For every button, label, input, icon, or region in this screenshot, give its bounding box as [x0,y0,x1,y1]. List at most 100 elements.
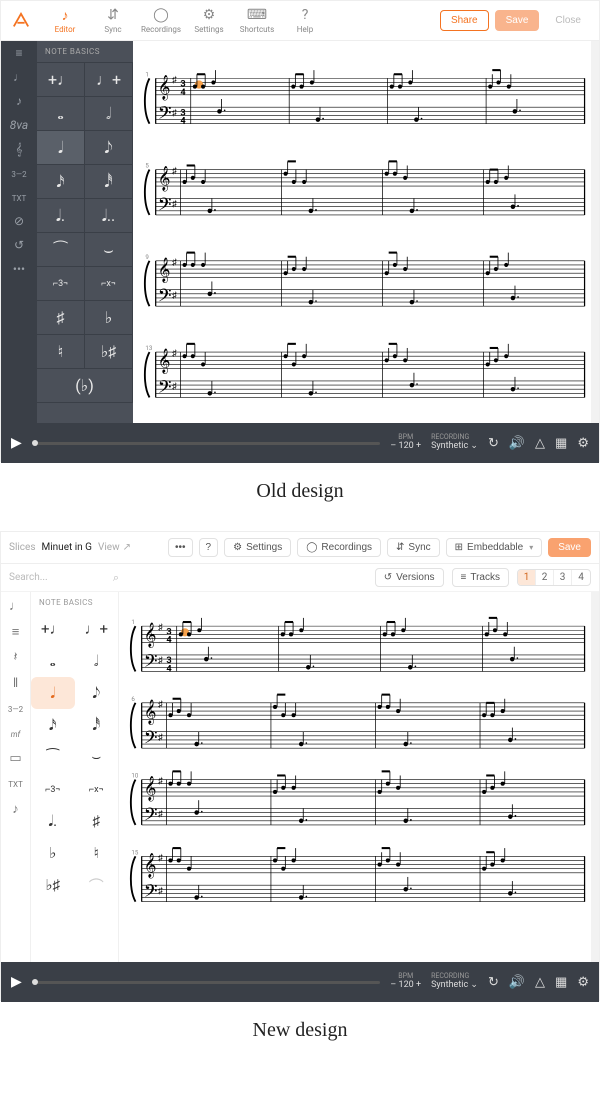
palette-natural[interactable]: ♮ [75,837,119,869]
percussion-icon[interactable]: ⊘ [14,215,24,227]
ornament-icon[interactable]: ♪ [12,801,19,817]
palette-whole-note[interactable]: 𝅝 [31,645,75,677]
scrollbar[interactable] [591,592,599,962]
palette-enharmonic[interactable]: ♭♯ [85,335,133,369]
palette-sharp[interactable]: ♯ [75,805,119,837]
palette-dotted-note[interactable]: 𝅘𝅥. [31,805,75,837]
play-button[interactable]: ▶ [11,435,22,451]
breadcrumb-title[interactable]: Minuet in G [42,542,93,553]
rest-icon[interactable]: 𝄽 [14,650,18,665]
palette-natural[interactable]: ♮ [37,335,85,369]
palette-double-dotted[interactable]: 𝅘𝅥.. [85,199,133,233]
search-input[interactable]: Search... ⌕ [9,571,119,585]
loop-icon[interactable]: ↻ [488,975,499,990]
keyboard-icon[interactable]: ▦ [555,436,567,451]
note-icon[interactable]: ♩ [9,598,22,614]
dynamics-icon[interactable]: mf [11,726,21,741]
sync-button[interactable]: ⇵Sync [387,538,440,557]
help-button[interactable]: ? [199,538,219,557]
text-icon[interactable]: TXT [8,776,23,791]
save-button[interactable]: Save [548,538,591,557]
text-icon[interactable]: TXT [12,191,27,203]
view-link[interactable]: View↗ [98,542,131,553]
history-icon[interactable]: ↺ [14,239,24,251]
metronome-icon[interactable]: △ [535,436,545,451]
palette-slur[interactable]: ⌣ [75,741,119,773]
octave-icon[interactable]: 8va [10,119,28,131]
progress-track[interactable] [32,981,381,984]
palette-tie[interactable]: ⁀ [37,233,85,267]
save-button[interactable]: Save [495,10,540,31]
palette-thirtysecond-note[interactable]: 𝅘𝅥𝅰 [75,709,119,741]
tab-settings[interactable]: ⚙Settings [185,7,233,34]
settings-icon[interactable]: ⚙ [577,975,589,990]
tab-help[interactable]: ?Help [281,7,329,34]
palette-eighth-note[interactable]: 𝅘𝅥𝅮 [85,131,133,165]
recording-select[interactable]: RECORDING Synthetic ⌄ [431,434,478,452]
tab-sync[interactable]: ⇵Sync [89,7,137,34]
metronome-icon[interactable]: △ [535,975,545,990]
page-2[interactable]: 2 [536,570,554,585]
page-3[interactable]: 3 [554,570,572,585]
settings-icon[interactable]: ⚙ [577,436,589,451]
palette-dotted-note[interactable]: 𝅘𝅥. [37,199,85,233]
palette-courtesy-accidental[interactable]: (♭) [37,369,133,403]
tuplet-icon[interactable]: 3—2 [11,167,26,179]
clef-icon[interactable]: 𝄞 [15,143,22,155]
palette-add-note[interactable]: +♩ [37,63,85,97]
versions-button[interactable]: ↺Versions [375,568,444,587]
palette-flat[interactable]: ♭ [85,301,133,335]
layout-icon[interactable]: ▭ [9,751,21,766]
staff-icon[interactable]: ≡ [12,624,20,640]
palette-add-note[interactable]: +♩ [31,613,75,645]
scrollbar[interactable] [591,41,599,423]
keyboard-icon[interactable]: ▦ [555,975,567,990]
tracks-button[interactable]: ≡Tracks [452,568,509,587]
brand-logo[interactable] [1,12,41,30]
old-score-area[interactable]: 1𝄞♯34𝄢♯345𝄞♯𝄢♯9𝄞♯𝄢♯13𝄞♯𝄢♯ [133,41,599,423]
staff-icon[interactable]: ≡ [15,47,22,59]
tuplet-icon[interactable]: 3—2 [8,701,23,716]
bpm-control[interactable]: BPM – 120 + [390,973,421,991]
palette-tuplet[interactable]: ⌐x¬ [75,773,119,805]
page-4[interactable]: 4 [572,570,590,585]
new-score-area[interactable]: 1𝄞♯34𝄢♯346𝄞♯𝄢♯10𝄞♯𝄢♯15𝄞♯𝄢♯ [119,592,599,962]
note-icon[interactable]: ♩ [13,71,25,83]
note2-icon[interactable]: ♪ [16,95,22,107]
palette-whole-note[interactable]: 𝅝 [37,97,85,131]
palette-triplet[interactable]: ⌐3¬ [31,773,75,805]
palette-tie[interactable]: ⁀ [31,741,75,773]
palette-thirtysecond-note[interactable]: 𝅘𝅥𝅰 [85,165,133,199]
recordings-button[interactable]: ◯Recordings [297,538,381,557]
palette-fermata[interactable]: ⌒ [75,869,119,901]
palette-sharp[interactable]: ♯ [37,301,85,335]
bpm-control[interactable]: BPM – 120 + [390,434,421,452]
palette-enharmonic[interactable]: ♭♯ [31,869,75,901]
breadcrumb-root[interactable]: Slices [9,542,36,553]
palette-sixteenth-note[interactable]: 𝅘𝅥𝅯 [31,709,75,741]
more-icon[interactable]: ••• [13,263,25,275]
loop-icon[interactable]: ↻ [488,436,499,451]
tab-editor[interactable]: ♪Editor [41,7,89,34]
close-button[interactable]: Close [545,10,591,31]
palette-tuplet[interactable]: ⌐x¬ [85,267,133,301]
palette-triplet[interactable]: ⌐3¬ [37,267,85,301]
more-button[interactable]: ••• [168,538,193,557]
palette-sixteenth-note[interactable]: 𝅘𝅥𝅯 [37,165,85,199]
tab-shortcuts[interactable]: ⌨Shortcuts [233,7,281,34]
page-1[interactable]: 1 [518,570,536,585]
palette-eighth-note[interactable]: 𝅘𝅥𝅮 [75,677,119,709]
barline-icon[interactable]: ‖ [13,675,18,691]
recording-select[interactable]: RECORDING Synthetic ⌄ [431,973,478,991]
tab-recordings[interactable]: ◯Recordings [137,7,185,34]
palette-flat[interactable]: ♭ [31,837,75,869]
palette-quarter-note[interactable]: 𝅘𝅥 [31,677,75,709]
palette-half-note[interactable]: 𝅗𝅥 [75,645,119,677]
palette-quarter-note[interactable]: 𝅘𝅥 [37,131,85,165]
settings-button[interactable]: ⚙Settings [224,538,291,557]
share-button[interactable]: Share [440,10,489,31]
palette-add-note-after[interactable]: ♩+ [75,613,119,645]
palette-slur[interactable]: ⌣ [85,233,133,267]
volume-icon[interactable]: 🔊 [509,975,525,990]
palette-add-note-after[interactable]: ♩+ [85,63,133,97]
